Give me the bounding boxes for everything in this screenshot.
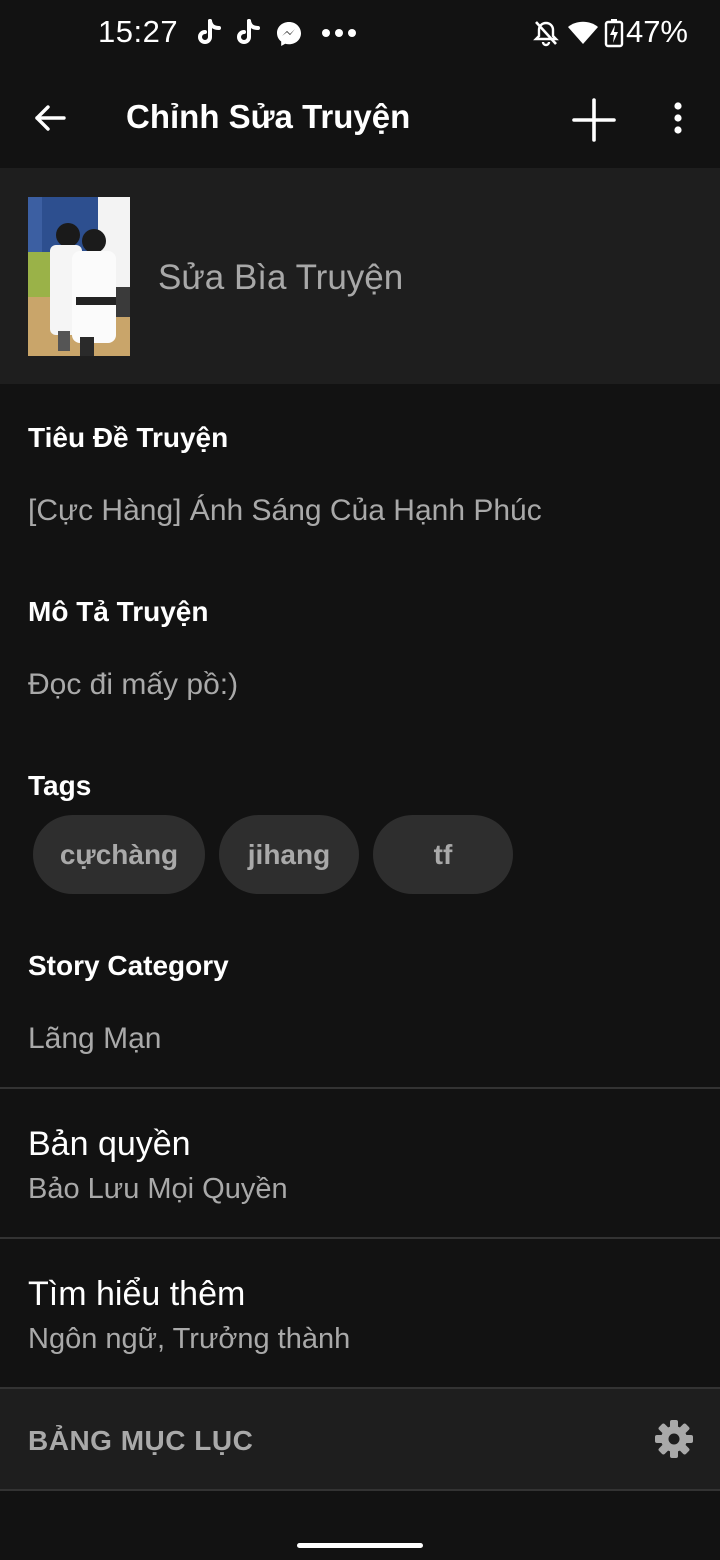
battery-charging-icon [604,19,624,48]
story-category-field[interactable]: Lãng Mạn [28,1022,161,1056]
story-title-field[interactable]: [Cực Hàng] Ánh Sáng Của Hạnh Phúc [28,494,542,528]
more-vertical-icon [674,102,682,134]
arrow-back-icon [35,105,66,131]
chapter-list-item[interactable] [0,1491,720,1560]
gear-icon[interactable] [654,1419,694,1459]
more-info-title: Tìm hiểu thêm [28,1275,246,1313]
tag-chip[interactable]: tf [373,815,513,894]
messenger-icon [277,22,301,46]
back-button[interactable] [26,94,74,142]
more-options-button[interactable] [656,94,700,142]
table-of-contents-title: BẢNG MỤC LỤC [28,1425,254,1456]
status-bar: 15:27 47% [0,0,720,68]
story-category-label: Story Category [28,950,229,981]
tiktok-icon [237,19,260,44]
copyright-row[interactable]: Bản quyền Bảo Lưu Mọi Quyền [0,1089,720,1237]
add-button[interactable] [566,92,622,148]
cover-image [28,197,130,356]
tag-chip[interactable]: jihang [219,815,359,894]
tag-chip[interactable]: cựchàng [33,815,205,894]
status-time: 15:27 [98,14,179,49]
tags-label: Tags [28,770,92,801]
plus-icon [572,98,616,142]
app-bar: Chỉnh Sửa Truyện [0,68,720,168]
more-dots-icon [322,29,356,37]
edit-cover-label: Sửa Bìa Truyện [158,258,404,297]
more-info-subtitle: Ngôn ngữ, Trưởng thành [28,1323,351,1355]
battery-percent: 47% [625,14,688,49]
edit-cover-row[interactable]: Sửa Bìa Truyện [0,168,720,384]
wifi-icon [568,21,598,44]
story-title-label: Tiêu Đề Truyện [28,422,229,453]
tiktok-icon [198,19,221,44]
story-description-field[interactable]: Đọc đi mấy pồ:) [28,668,238,702]
home-indicator[interactable] [297,1543,423,1548]
copyright-title: Bản quyền [28,1125,191,1163]
copyright-subtitle: Bảo Lưu Mọi Quyền [28,1173,288,1205]
page-title: Chỉnh Sửa Truyện [126,98,411,135]
story-description-label: Mô Tả Truyện [28,596,209,627]
more-info-row[interactable]: Tìm hiểu thêm Ngôn ngữ, Trưởng thành [0,1239,720,1387]
muted-bell-icon [533,21,559,47]
table-of-contents-header: BẢNG MỤC LỤC [0,1389,720,1489]
